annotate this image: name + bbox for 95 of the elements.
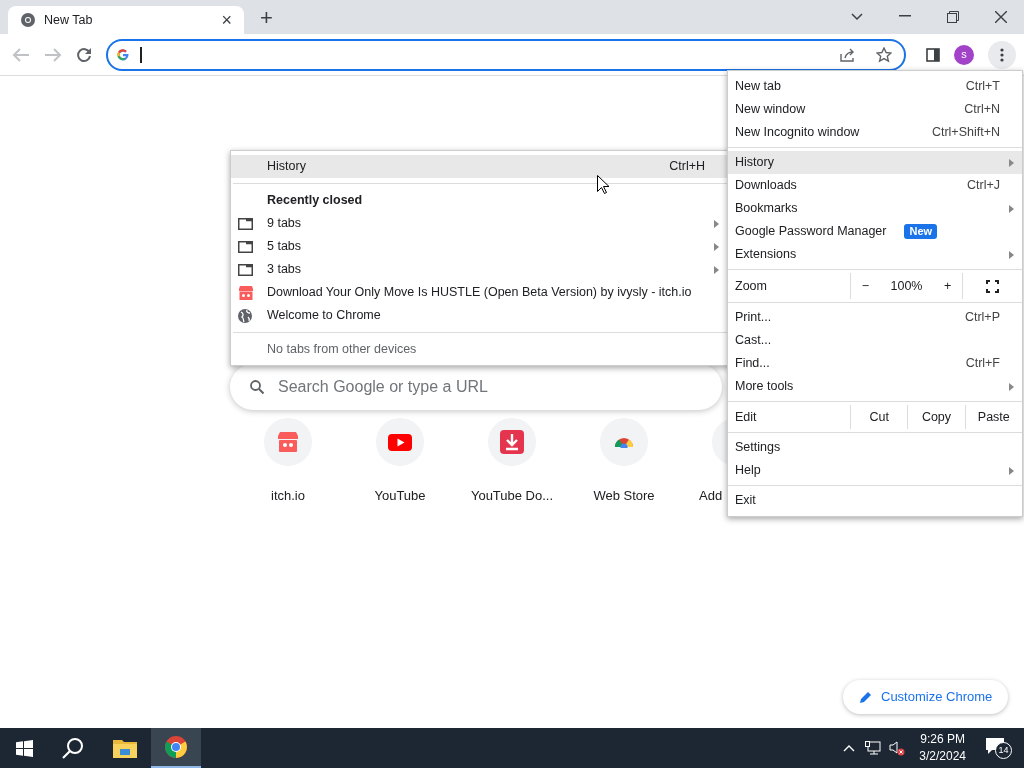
chrome-taskbar-button[interactable]: [151, 728, 201, 768]
shortcut-label[interactable]: Web Store: [593, 486, 655, 506]
section-heading: Recently closed: [267, 192, 363, 210]
chevron-up-icon[interactable]: [843, 744, 856, 752]
muted-speaker-icon[interactable]: [889, 740, 906, 756]
zoom-in-button[interactable]: +: [943, 276, 952, 296]
edit-button[interactable]: Paste: [964, 405, 1022, 429]
pencil-icon: [859, 690, 873, 704]
folder-icon[interactable]: [113, 738, 137, 758]
minimize-icon[interactable]: [899, 15, 911, 17]
mouse-cursor: [597, 175, 609, 194]
windows-start-icon[interactable]: [16, 739, 33, 757]
closed-window-entry[interactable]: 9 tabs: [267, 214, 302, 233]
shortcut-label[interactable]: YouTube Do...: [470, 486, 554, 506]
download-icon: [500, 430, 524, 454]
chrome-icon: [164, 735, 188, 759]
window-icon: [238, 263, 253, 276]
customize-chrome-button[interactable]: Customize Chrome: [843, 680, 1009, 714]
shortcut-tile[interactable]: [600, 418, 648, 466]
shortcut-tile[interactable]: [376, 418, 424, 466]
menu-label: Edit: [734, 408, 758, 426]
menu-item[interactable]: Cast...: [728, 329, 1022, 352]
address-bar[interactable]: [106, 38, 906, 71]
google-icon: [116, 47, 130, 62]
shortcut-text: Ctrl+H: [669, 158, 705, 176]
browser-tab[interactable]: New Tab ×: [8, 6, 244, 34]
shortcut-text: Ctrl+P: [964, 309, 1000, 327]
menu-item[interactable]: Extensions: [728, 243, 1022, 266]
new-badge: New: [904, 224, 938, 239]
zoom-level: 100%: [890, 277, 923, 295]
store-icon: [277, 432, 299, 452]
share-icon[interactable]: [840, 47, 856, 62]
shortcut-text: Ctrl+T: [965, 78, 1000, 96]
side-panel-icon[interactable]: [926, 47, 940, 62]
shortcut-text: Ctrl+N: [964, 101, 1000, 119]
shortcut-label[interactable]: itch.io: [271, 486, 305, 506]
menu-item[interactable]: Find... Ctrl+F: [728, 352, 1022, 375]
shortcut-tile[interactable]: [488, 418, 536, 466]
menu-item[interactable]: Bookmarks: [728, 197, 1022, 220]
menu-item[interactable]: New window Ctrl+N: [728, 98, 1022, 121]
close-tab-button[interactable]: ×: [221, 11, 232, 29]
menu-item[interactable]: Settings: [728, 436, 1022, 459]
menu-item[interactable]: New Incognito window Ctrl+Shift+N: [728, 121, 1022, 144]
search-icon[interactable]: [62, 737, 84, 759]
menu-item[interactable]: Exit: [728, 489, 1022, 512]
shortcut-text: Ctrl+F: [965, 355, 1000, 373]
menu-label: Zoom: [734, 277, 768, 295]
menu-item[interactable]: More tools: [728, 375, 1022, 398]
clock-time[interactable]: 9:26 PM: [920, 731, 965, 748]
text-cursor: [140, 46, 142, 63]
chrome-icon: [20, 12, 36, 28]
closed-page-entry[interactable]: Welcome to Chrome: [267, 306, 381, 325]
tab-search-icon[interactable]: [851, 13, 863, 21]
edit-button[interactable]: Copy: [907, 405, 965, 429]
tab-title: New Tab: [44, 11, 94, 29]
menu-item[interactable]: New tab Ctrl+T: [728, 75, 1022, 98]
menu-item[interactable]: Google Password Manager New: [728, 220, 1022, 243]
menu-item[interactable]: Print... Ctrl+P: [728, 306, 1022, 329]
full-history-link[interactable]: History Ctrl+H: [231, 155, 729, 178]
star-icon[interactable]: [876, 46, 892, 63]
close-icon[interactable]: [995, 11, 1007, 23]
search-box[interactable]: Search Google or type a URL: [230, 364, 722, 410]
search-placeholder: Search Google or type a URL: [278, 377, 488, 397]
menu-item[interactable]: History: [728, 151, 1022, 174]
menu-item[interactable]: Help: [728, 459, 1022, 482]
search-icon: [250, 380, 264, 394]
shortcut-tile[interactable]: [264, 418, 312, 466]
reload-icon[interactable]: [76, 46, 92, 63]
profile-avatar[interactable]: s: [954, 44, 974, 65]
shortcut-text: Ctrl+Shift+N: [931, 124, 1000, 142]
globe-icon: [238, 308, 252, 323]
fullscreen-icon[interactable]: [986, 279, 999, 293]
restore-icon[interactable]: [947, 11, 959, 23]
play-icon: [388, 433, 412, 451]
closed-window-entry[interactable]: 5 tabs: [267, 237, 302, 256]
new-tab-button[interactable]: +: [260, 7, 273, 29]
shortcut-label[interactable]: YouTube: [374, 486, 426, 506]
edit-button[interactable]: Cut: [850, 405, 908, 429]
network-icon[interactable]: [865, 741, 882, 755]
window-icon: [238, 217, 253, 230]
closed-page-entry[interactable]: Download Your Only Move Is HUSTLE (Open Beta Version) by ivysly - itch.io: [267, 283, 692, 302]
notification-count: 14: [995, 742, 1012, 759]
window-icon: [238, 240, 253, 253]
more-icon: [1000, 47, 1004, 62]
clock-date[interactable]: 3/2/2024: [919, 748, 966, 765]
menu-button[interactable]: [988, 40, 1016, 69]
empty-note: No tabs from other devices: [267, 341, 417, 359]
rainbow-icon: [614, 436, 634, 448]
store-icon: [238, 285, 254, 300]
shortcut-text: Ctrl+J: [967, 177, 1000, 195]
zoom-out-button[interactable]: −: [861, 276, 870, 296]
menu-item[interactable]: Downloads Ctrl+J: [728, 174, 1022, 197]
shortcut-label[interactable]: Add: [699, 486, 723, 506]
closed-window-entry[interactable]: 3 tabs: [267, 260, 302, 279]
notification-button[interactable]: 14: [986, 736, 1012, 760]
